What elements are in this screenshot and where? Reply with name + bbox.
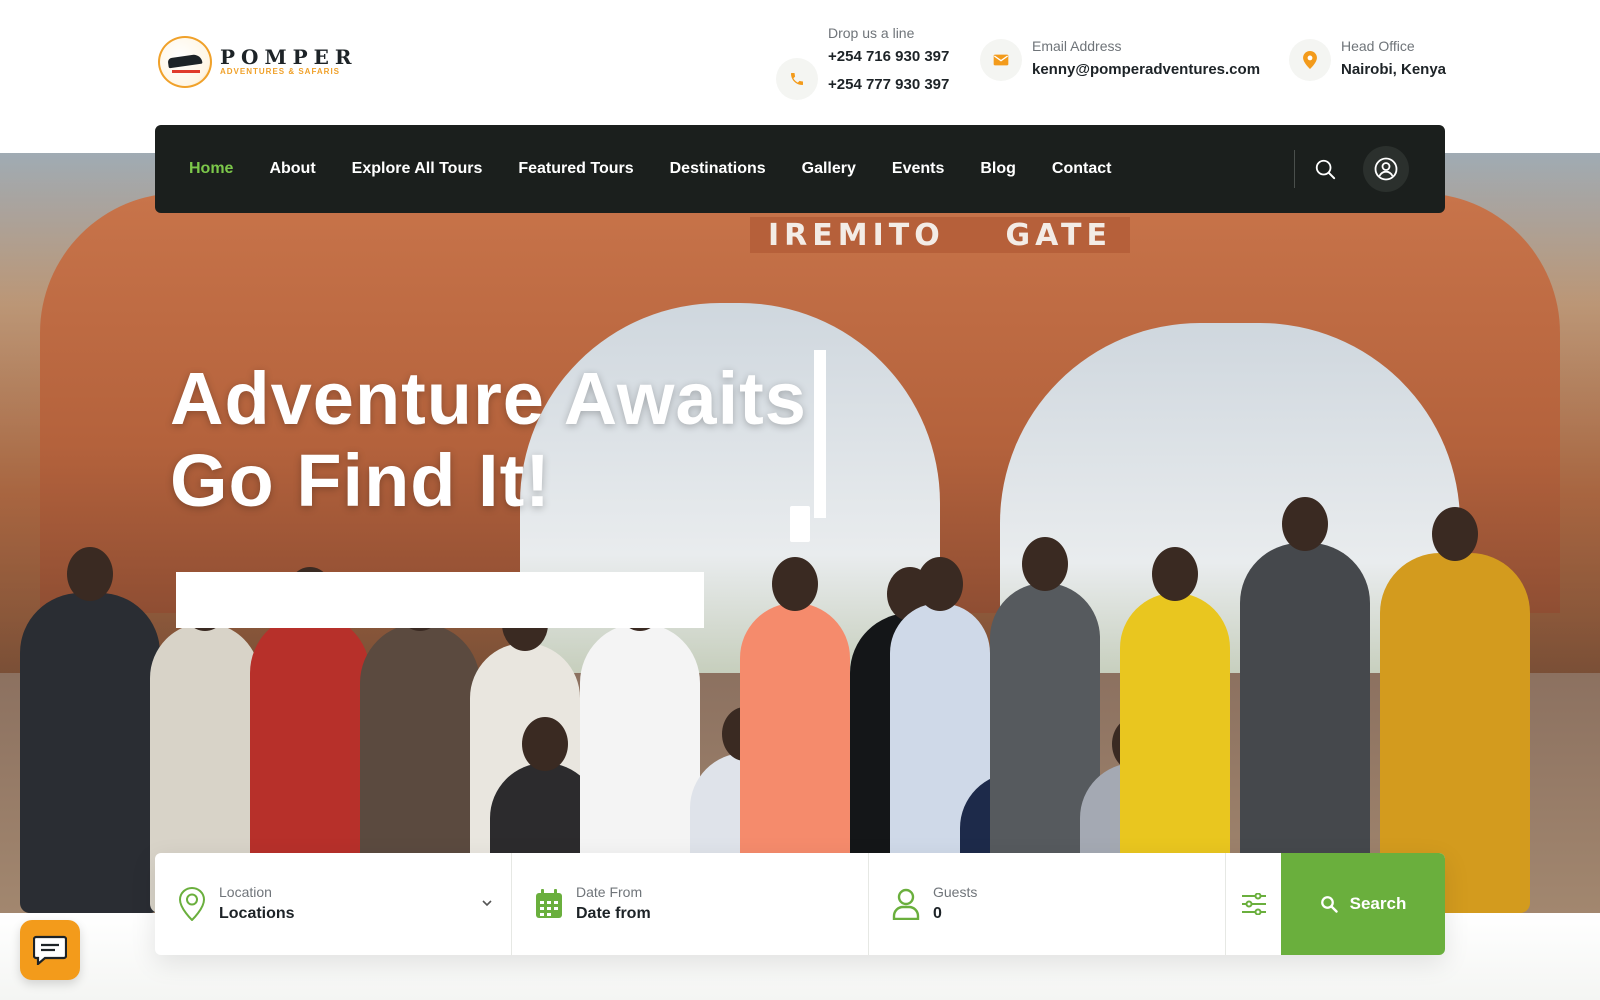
email-contact: Email Address kenny@pomperadventures.com	[980, 36, 1260, 84]
nav-item-destinations[interactable]: Destinations	[670, 160, 766, 178]
headline-line-2: Go Find It!	[170, 439, 551, 522]
email-address[interactable]: kenny@pomperadventures.com	[1032, 56, 1260, 84]
guests-value: 0	[933, 905, 942, 922]
chevron-down-icon[interactable]	[481, 897, 493, 909]
nav-divider	[1294, 150, 1295, 188]
gate-sign-word-2: GATE	[1005, 217, 1112, 253]
phone-number-2[interactable]: +254 777 930 397	[828, 71, 949, 99]
guests-label: Guests	[933, 884, 978, 900]
sliders-icon[interactable]	[1225, 853, 1281, 955]
location-pin-icon	[177, 887, 207, 921]
calendar-icon	[534, 887, 564, 921]
office-label: Head Office	[1341, 38, 1415, 54]
nav-item-featured-tours[interactable]: Featured Tours	[518, 160, 633, 178]
envelope-icon	[980, 39, 1022, 81]
nav-item-about[interactable]: About	[269, 160, 315, 178]
hero-headline: Adventure Awaits Go Find It!	[170, 350, 826, 542]
chat-icon	[33, 935, 67, 965]
main-navbar: Home About Explore All Tours Featured To…	[155, 125, 1445, 213]
typing-caret-tail	[790, 506, 810, 542]
nav-item-events[interactable]: Events	[892, 160, 944, 178]
location-label: Location	[219, 884, 272, 900]
logo-name: POMPER	[220, 45, 358, 69]
search-icon	[1320, 895, 1338, 913]
user-circle-icon[interactable]	[1363, 146, 1409, 192]
nav-item-explore-all-tours[interactable]: Explore All Tours	[352, 160, 483, 178]
site-logo[interactable]: POMPER ADVENTURES & SAFARIS	[158, 36, 352, 88]
group-of-people	[0, 483, 1600, 913]
logo-text: POMPER ADVENTURES & SAFARIS	[220, 47, 358, 77]
phone-number-1[interactable]: +254 716 930 397	[828, 43, 949, 71]
nav-item-blog[interactable]: Blog	[980, 160, 1016, 178]
phone-contact: Drop us a line +254 716 930 397 +254 777…	[776, 22, 949, 100]
email-label: Email Address	[1032, 38, 1122, 54]
location-select[interactable]: Location Locations	[155, 853, 511, 955]
guests-field[interactable]: Guests 0	[868, 853, 1225, 955]
headline-line-1: Adventure Awaits	[170, 357, 807, 440]
typing-caret	[814, 350, 826, 518]
nav-actions	[1294, 146, 1409, 192]
search-button-label: Search	[1349, 894, 1407, 913]
phone-label: Drop us a line	[828, 25, 915, 41]
gate-sign-word-1: IREMITO	[768, 217, 945, 253]
phone-icon	[776, 58, 818, 100]
map-pin-icon	[1289, 39, 1331, 81]
date-from-value: Date from	[576, 905, 651, 922]
tour-search-bar: Location Locations Date From Date from G…	[155, 853, 1445, 955]
chat-button[interactable]	[20, 920, 80, 980]
hero-subtitle-box	[176, 572, 704, 628]
office-contact: Head Office Nairobi, Kenya	[1289, 36, 1446, 84]
search-button[interactable]: Search	[1281, 853, 1445, 955]
user-icon	[891, 887, 921, 921]
date-from-field[interactable]: Date From Date from	[511, 853, 868, 955]
gate-sign: IREMITO GATE	[750, 217, 1130, 253]
logo-badge	[158, 36, 212, 88]
office-location: Nairobi, Kenya	[1341, 61, 1447, 78]
logo-tagline: ADVENTURES & SAFARIS	[220, 67, 341, 76]
nav-item-gallery[interactable]: Gallery	[802, 160, 856, 178]
search-icon[interactable]	[1313, 157, 1337, 181]
date-from-label: Date From	[576, 884, 643, 900]
nav-item-home[interactable]: Home	[189, 160, 233, 178]
location-value: Locations	[219, 905, 295, 922]
nav-item-contact[interactable]: Contact	[1052, 160, 1112, 178]
